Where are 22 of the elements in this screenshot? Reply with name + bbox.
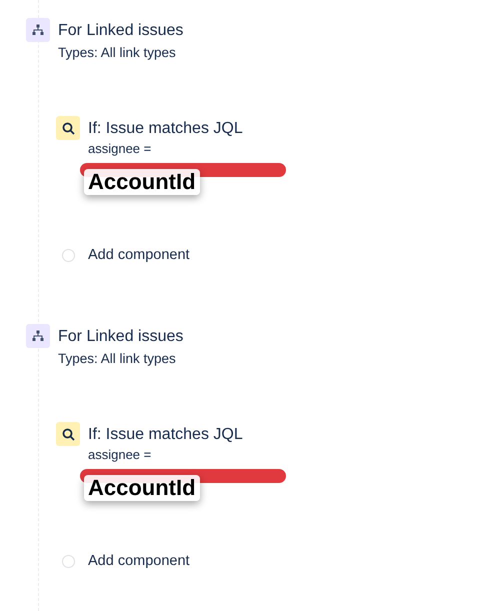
branch-icon-tile[interactable] [26,324,50,348]
condition-title[interactable]: If: Issue matches JQL [88,119,295,139]
condition-icon-tile[interactable] [56,116,80,140]
add-circle-icon [62,554,75,568]
condition-title[interactable]: If: Issue matches JQL [88,425,295,445]
search-icon [62,122,74,134]
branch-subtitle: Types: All link types [58,350,177,368]
hierarchy-icon [32,330,44,342]
add-component-link[interactable]: Add component [88,247,190,263]
branch-subtitle: Types: All link types [58,44,177,62]
add-circle-icon [62,248,75,262]
hierarchy-icon [32,24,44,36]
jql-query: assignee = [88,447,152,463]
annotation-label: AccountId [84,475,200,501]
search-icon [62,428,74,440]
condition-icon-tile[interactable] [56,422,80,446]
annotation-label: AccountId [84,169,200,195]
branch-title[interactable]: For Linked issues [58,21,184,41]
branch-title[interactable]: For Linked issues [58,327,184,347]
branch-icon-tile[interactable] [26,18,50,42]
add-component-link[interactable]: Add component [88,553,190,569]
jql-query: assignee = [88,141,152,157]
